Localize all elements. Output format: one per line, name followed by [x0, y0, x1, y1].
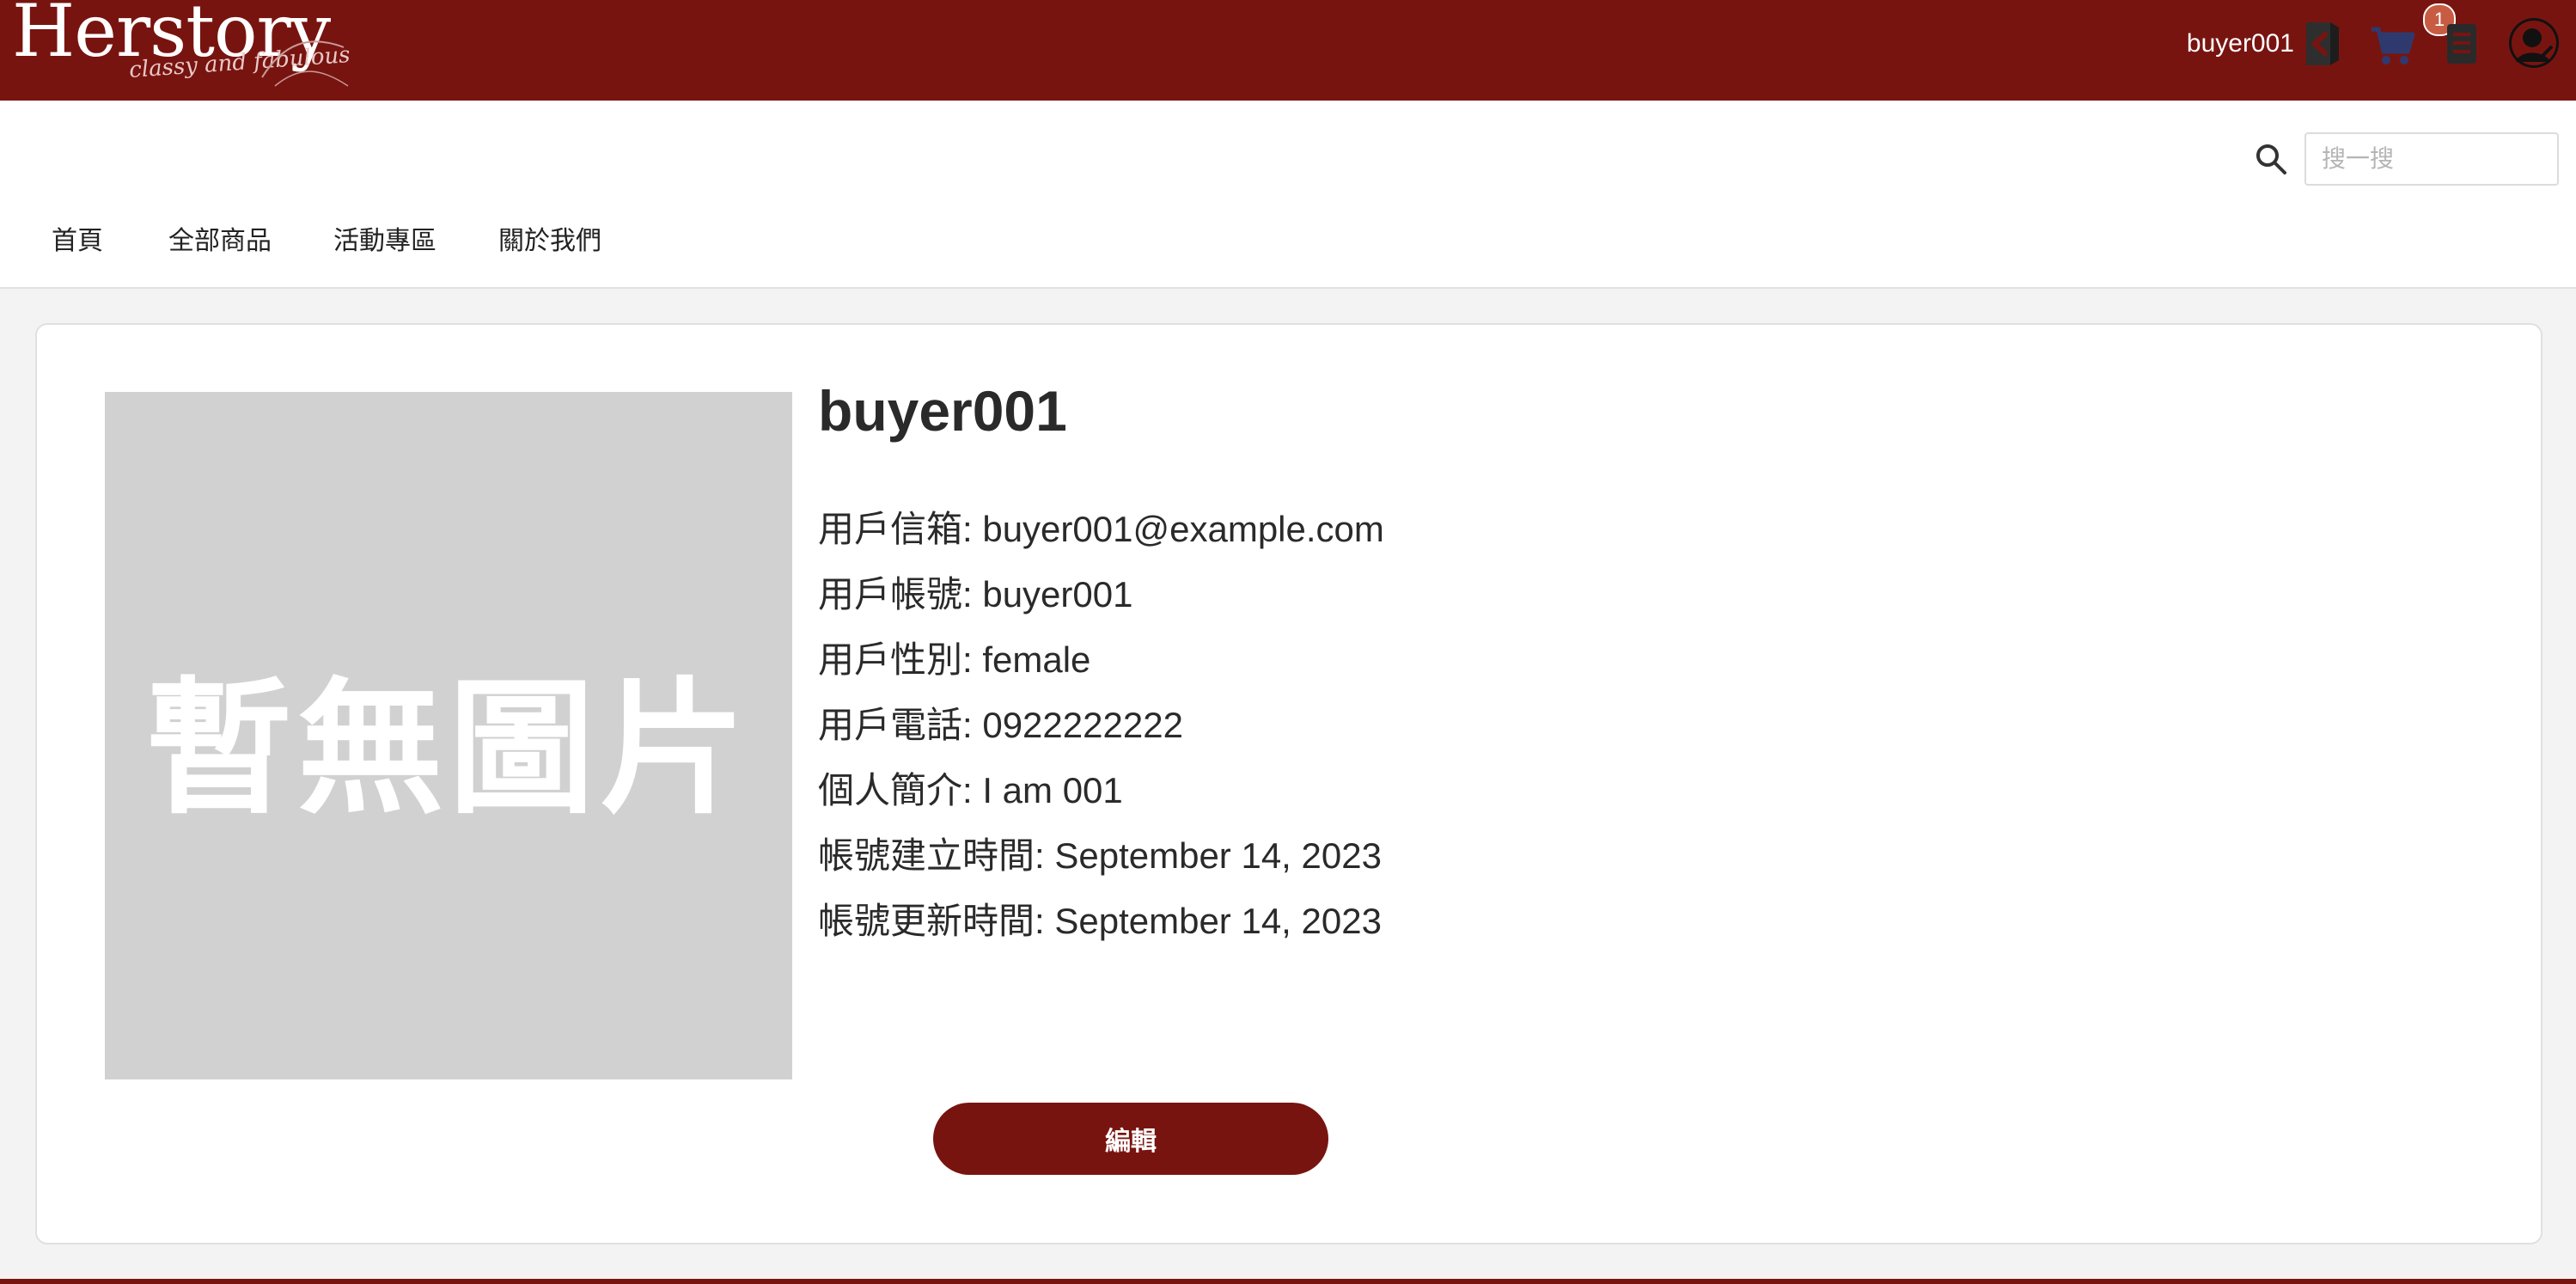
info-phone: 用戶電話: 0922222222: [818, 705, 1183, 745]
nav-item-events[interactable]: 活動專區: [333, 219, 436, 257]
nav-item-about[interactable]: 關於我們: [498, 219, 601, 257]
profile-photo: 暫無圖片: [105, 392, 792, 1079]
orders-icon[interactable]: [2439, 19, 2485, 69]
footer-divider: [0, 1279, 2576, 1284]
no-image-placeholder: 暫無圖片: [145, 664, 751, 835]
search-input[interactable]: [2304, 132, 2559, 186]
info-bio: 個人簡介: I am 001: [818, 770, 1123, 810]
top-bar: Herstory classy and fabulous buyer001 1: [0, 0, 2576, 101]
edit-button[interactable]: 編輯: [933, 1103, 1328, 1175]
info-account: 用戶帳號: buyer001: [818, 574, 1133, 614]
main-nav: 首頁 全部商品 活動專區 關於我們: [0, 101, 2576, 289]
nav-item-all-products[interactable]: 全部商品: [168, 219, 272, 257]
info-gender: 用戶性別: female: [818, 639, 1091, 680]
profile-name: buyer001: [818, 379, 1067, 443]
cart-icon[interactable]: [2370, 19, 2416, 69]
info-created-at: 帳號建立時間: September 14, 2023: [818, 835, 1382, 876]
logo-swoosh-icon: [261, 40, 349, 87]
logout-icon[interactable]: [2299, 19, 2346, 69]
header-username[interactable]: buyer001: [2187, 29, 2294, 58]
search-icon[interactable]: [2253, 141, 2289, 177]
nav-item-home[interactable]: 首頁: [52, 219, 103, 257]
info-email: 用戶信箱: buyer001@example.com: [818, 509, 1384, 549]
avatar-icon[interactable]: [2507, 15, 2561, 70]
info-updated-at: 帳號更新時間: September 14, 2023: [818, 901, 1382, 941]
